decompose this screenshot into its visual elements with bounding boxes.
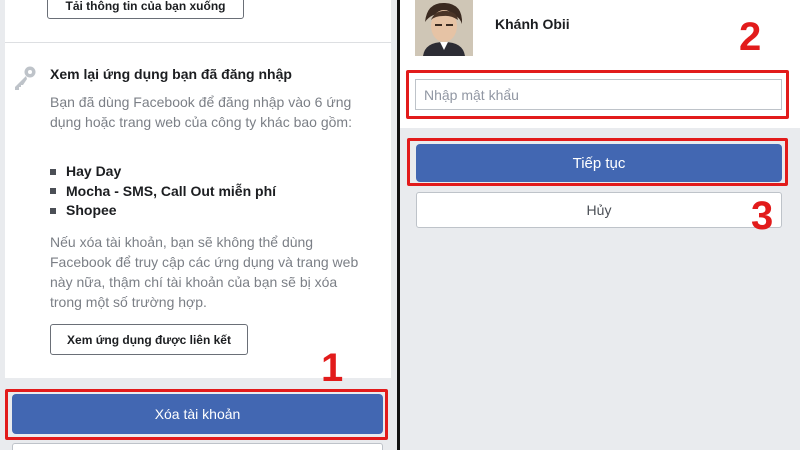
intro-text: Bạn đã dùng Facebook để đăng nhập vào 6 …: [50, 94, 352, 130]
app-name: Mocha - SMS, Call Out miễn phí: [66, 182, 277, 199]
secondary-button[interactable]: [12, 443, 383, 450]
cancel-button[interactable]: Hủy: [416, 192, 782, 228]
bullet-icon: [50, 207, 56, 214]
profile-name: Khánh Obii: [495, 16, 570, 32]
list-item: Shopee: [50, 201, 276, 221]
list-item: Hay Day: [50, 162, 276, 182]
divider: [5, 42, 391, 43]
app-list: Hay Day Mocha - SMS, Call Out miễn phí S…: [50, 162, 276, 221]
left-screen: Tải thông tin của bạn xuống Xem lại ứng …: [0, 0, 397, 450]
avatar: [415, 0, 473, 56]
key-icon: [15, 66, 36, 90]
section-title: Xem lại ứng dụng bạn đã đăng nhập: [50, 66, 292, 82]
app-name: Hay Day: [66, 163, 122, 179]
list-item: Mocha - SMS, Call Out miễn phí: [50, 182, 276, 202]
right-screen: Khánh Obii Nhập mật khẩu Tiếp tục Hủy 2 …: [400, 0, 800, 450]
highlight-box-2: [406, 70, 789, 119]
step-number-3: 3: [751, 194, 774, 238]
warning-text: Nếu xóa tài khoản, bạn sẽ không thể dùng…: [50, 234, 359, 310]
app-name: Shopee: [66, 202, 117, 218]
step-number-2: 2: [739, 15, 762, 59]
highlight-box-3: [407, 138, 788, 186]
bullet-icon: [50, 188, 56, 195]
view-linked-apps-button[interactable]: Xem ứng dụng được liên kết: [50, 324, 248, 355]
bullet-icon: [50, 168, 56, 175]
highlight-box-1: [5, 389, 388, 440]
download-info-button[interactable]: Tải thông tin của bạn xuống: [47, 0, 244, 19]
step-number-1: 1: [321, 346, 344, 390]
